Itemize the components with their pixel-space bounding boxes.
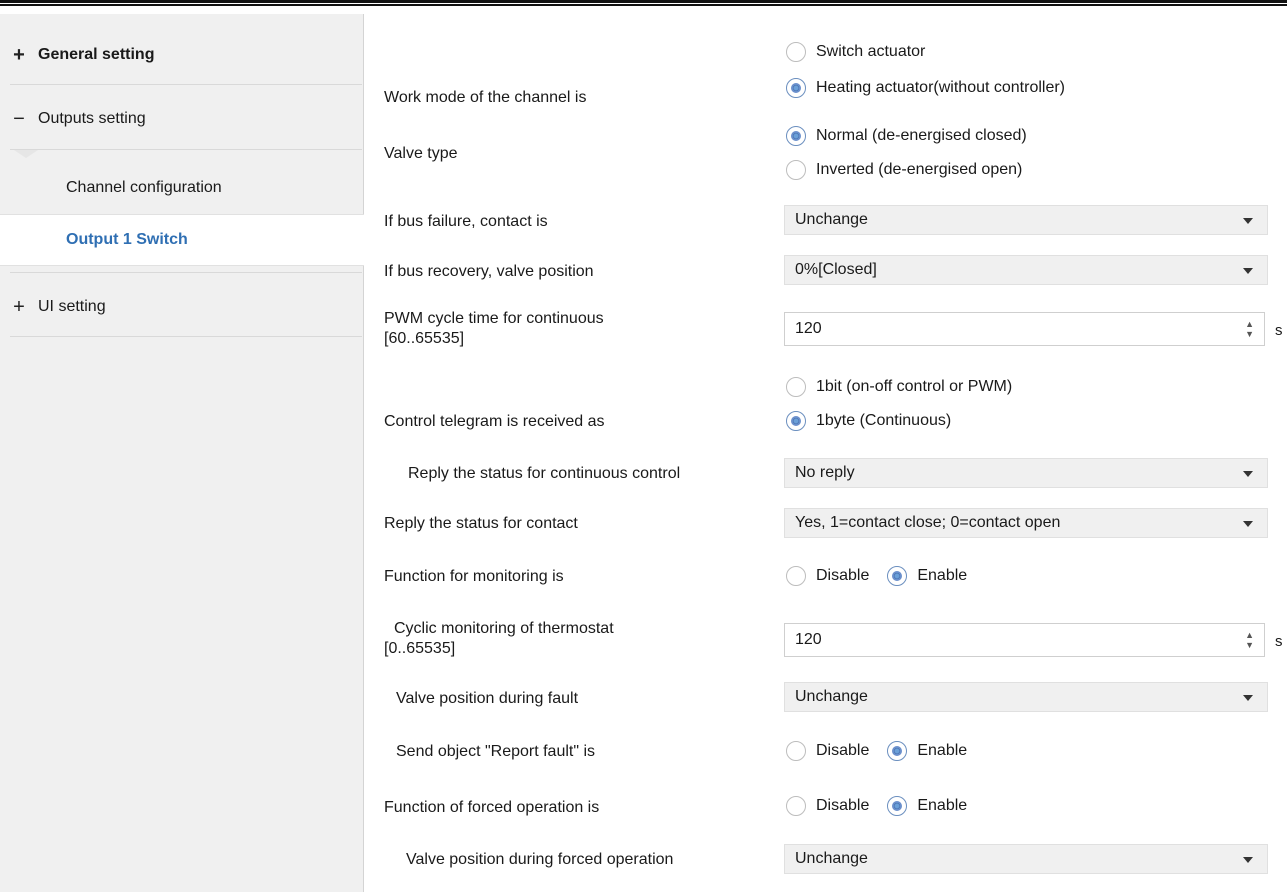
reply-contact-label: Reply the status for contact [384, 515, 578, 532]
sidebar-item-general-setting[interactable]: + General setting [0, 30, 364, 80]
caret-down-icon [1243, 695, 1253, 701]
radio-button[interactable] [786, 42, 806, 62]
radio-label-disable: Disable [816, 742, 870, 759]
expand-plus-icon[interactable]: + [0, 296, 38, 319]
spin-arrows-icon[interactable]: ▲ ▼ [1245, 319, 1254, 339]
sidebar-item-label: General setting [38, 46, 155, 63]
valve-type-label: Valve type [384, 145, 458, 162]
tree-notch-icon [14, 150, 38, 158]
radio-button-selected[interactable] [786, 78, 806, 98]
spinbox-value: 120 [795, 631, 822, 648]
report-fault-radio-group: Disable Enable [786, 741, 967, 761]
dropdown-value: Unchange [795, 211, 868, 228]
cyclic-monitoring-label: Cyclic monitoring of thermostat [0..6553… [384, 619, 614, 659]
reply-contact-dropdown[interactable]: Yes, 1=contact close; 0=contact open [784, 508, 1268, 538]
forced-operation-label: Function of forced operation is [384, 799, 600, 816]
work-mode-option-switch[interactable]: Switch actuator [786, 42, 925, 62]
sidebar-item-outputs-setting[interactable]: − Outputs setting [0, 94, 364, 144]
valve-forced-label: Valve position during forced operation [406, 851, 674, 868]
radio-button-selected[interactable] [786, 126, 806, 146]
pwm-cycle-label-line2: [60..65535] [384, 330, 465, 347]
expand-plus-icon[interactable]: + [0, 44, 38, 67]
radio-button-selected[interactable] [786, 411, 806, 431]
spin-arrows-icon[interactable]: ▲ ▼ [1245, 630, 1254, 650]
cyclic-monitoring-spinbox[interactable]: 120 ▲ ▼ [784, 623, 1265, 657]
control-telegram-option-1bit[interactable]: 1bit (on-off control or PWM) [786, 377, 1012, 397]
radio-button[interactable] [786, 160, 806, 180]
spinbox-value: 120 [795, 320, 822, 337]
caret-down-icon [1243, 218, 1253, 224]
dropdown-value: 0%[Closed] [795, 261, 877, 278]
radio-label: Inverted (de-energised open) [816, 161, 1023, 178]
sidebar-item-label: Outputs setting [38, 110, 146, 127]
radio-label: 1bit (on-off control or PWM) [816, 378, 1013, 395]
dropdown-value: Yes, 1=contact close; 0=contact open [795, 514, 1061, 531]
sidebar-item-label: Output 1 Switch [66, 231, 188, 248]
radio-button[interactable] [786, 796, 806, 816]
control-telegram-label: Control telegram is received as [384, 413, 605, 430]
valve-fault-label: Valve position during fault [396, 690, 579, 707]
sidebar-item-channel-configuration[interactable]: Channel configuration [0, 164, 364, 212]
radio-label-enable: Enable [917, 742, 968, 759]
radio-button-selected[interactable] [887, 741, 908, 761]
radio-label-enable: Enable [917, 567, 968, 584]
pwm-cycle-label-line1: PWM cycle time for continuous [384, 310, 604, 327]
pwm-cycle-label: PWM cycle time for continuous [60..65535… [384, 309, 604, 349]
caret-down-icon [1243, 857, 1253, 863]
divider [10, 84, 362, 85]
cyclic-monitoring-unit: s [1275, 633, 1283, 650]
radio-label: 1byte (Continuous) [816, 412, 952, 429]
radio-button-selected[interactable] [887, 796, 908, 816]
divider [10, 272, 362, 273]
dropdown-value: No reply [795, 464, 855, 481]
sidebar-item-ui-setting[interactable]: + UI setting [0, 282, 364, 332]
cyclic-monitoring-label-line1: Cyclic monitoring of thermostat [394, 620, 614, 637]
pwm-cycle-spinbox[interactable]: 120 ▲ ▼ [784, 312, 1265, 346]
valve-type-option-normal[interactable]: Normal (de-energised closed) [786, 126, 1027, 146]
bus-failure-label: If bus failure, contact is [384, 213, 548, 230]
work-mode-option-heating[interactable]: Heating actuator(without controller) [786, 78, 1065, 98]
reply-continuous-dropdown[interactable]: No reply [784, 458, 1268, 488]
parameter-panel: Work mode of the channel is Switch actua… [364, 14, 1287, 892]
sidebar-item-output-1-switch[interactable]: Output 1 Switch [0, 214, 364, 266]
window-top-border [0, 0, 1287, 6]
forced-operation-radio-group: Disable Enable [786, 796, 967, 816]
valve-fault-dropdown[interactable]: Unchange [784, 682, 1268, 712]
bus-failure-dropdown[interactable]: Unchange [784, 205, 1268, 235]
valve-forced-dropdown[interactable]: Unchange [784, 844, 1268, 874]
monitoring-radio-group: Disable Enable [786, 566, 967, 586]
radio-button[interactable] [786, 741, 806, 761]
radio-label-enable: Enable [917, 797, 968, 814]
caret-down-icon [1243, 268, 1253, 274]
monitoring-label: Function for monitoring is [384, 568, 564, 585]
divider [10, 336, 362, 337]
radio-label-disable: Disable [816, 797, 870, 814]
sidebar-item-label: UI setting [38, 298, 106, 315]
sidebar-item-label: Channel configuration [66, 179, 222, 196]
radio-label: Heating actuator(without controller) [816, 79, 1066, 96]
bus-recovery-dropdown[interactable]: 0%[Closed] [784, 255, 1268, 285]
pwm-cycle-unit: s [1275, 322, 1283, 339]
radio-label: Normal (de-energised closed) [816, 127, 1027, 144]
caret-down-icon [1243, 471, 1253, 477]
valve-type-option-inverted[interactable]: Inverted (de-energised open) [786, 160, 1022, 180]
radio-label: Switch actuator [816, 43, 926, 60]
collapse-minus-icon[interactable]: − [0, 108, 38, 131]
cyclic-monitoring-label-line2: [0..65535] [384, 640, 456, 657]
caret-down-icon [1243, 521, 1253, 527]
control-telegram-option-1byte[interactable]: 1byte (Continuous) [786, 411, 951, 431]
dropdown-value: Unchange [795, 850, 868, 867]
reply-continuous-label: Reply the status for continuous control [408, 465, 681, 482]
report-fault-label: Send object "Report fault" is [396, 743, 596, 760]
radio-button[interactable] [786, 377, 806, 397]
radio-button-selected[interactable] [887, 566, 908, 586]
work-mode-label: Work mode of the channel is [384, 89, 587, 106]
radio-label-disable: Disable [816, 567, 870, 584]
bus-recovery-label: If bus recovery, valve position [384, 263, 594, 280]
dropdown-value: Unchange [795, 688, 868, 705]
radio-button[interactable] [786, 566, 806, 586]
sidebar: + General setting − Outputs setting Chan… [0, 14, 364, 892]
divider [10, 149, 362, 150]
